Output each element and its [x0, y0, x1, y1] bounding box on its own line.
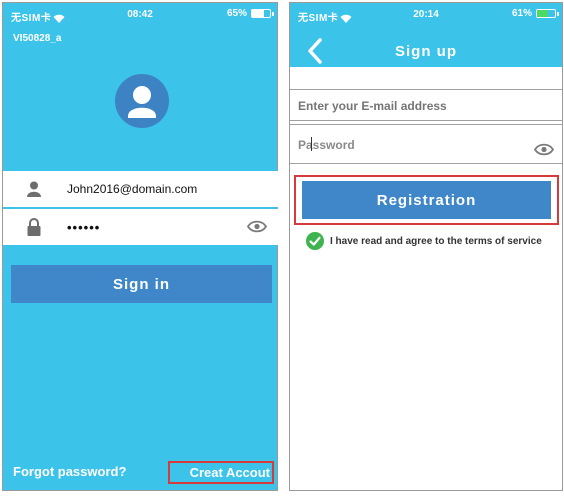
forgot-password-link[interactable]: Forgot password? — [13, 464, 126, 479]
password-field[interactable]: •••••• — [3, 209, 279, 245]
email-value: John2016@domain.com — [67, 182, 198, 196]
checkmark-icon[interactable] — [306, 232, 324, 250]
terms-agreement[interactable]: I have read and agree to the terms of se… — [306, 232, 542, 250]
user-icon — [23, 181, 45, 197]
battery-indicator: 61% — [511, 8, 559, 19]
battery-percent: 61% — [511, 8, 532, 19]
signup-header: 无SIM卡 20:14 61% Sign up — [290, 3, 562, 67]
divider — [290, 163, 562, 164]
divider — [290, 124, 562, 125]
avatar-icon — [115, 74, 169, 128]
login-screen: 无SIM卡 08:42 65% VI50828_a John2016@domai… — [2, 2, 279, 491]
password-value: •••••• — [67, 219, 101, 235]
eye-icon[interactable] — [246, 220, 268, 238]
terms-text: I have read and agree to the terms of se… — [330, 235, 542, 247]
email-field[interactable]: John2016@domain.com — [3, 171, 279, 207]
divider — [290, 89, 562, 90]
text-caret — [311, 137, 312, 151]
page-title: Sign up — [395, 43, 457, 60]
create-account-link[interactable]: Creat Accout — [168, 461, 274, 484]
email-input[interactable] — [298, 99, 548, 113]
registration-button[interactable]: Registration — [302, 181, 551, 219]
battery-icon — [251, 9, 274, 18]
sign-in-button[interactable]: Sign in — [11, 265, 272, 303]
eye-icon[interactable] — [533, 143, 555, 161]
lock-icon — [23, 218, 45, 236]
battery-indicator: 65% — [226, 8, 274, 19]
status-bar: 无SIM卡 08:42 65% — [3, 3, 277, 25]
registration-highlight: Registration — [294, 175, 559, 225]
status-bar: 无SIM卡 20:14 61% — [290, 3, 562, 25]
battery-icon — [536, 9, 559, 18]
battery-percent: 65% — [226, 8, 247, 19]
divider — [290, 120, 562, 121]
device-label: VI50828_a — [13, 33, 62, 44]
signup-screen: 无SIM卡 20:14 61% Sign up Password Registr… — [289, 2, 563, 491]
password-input[interactable]: Password — [298, 138, 355, 152]
